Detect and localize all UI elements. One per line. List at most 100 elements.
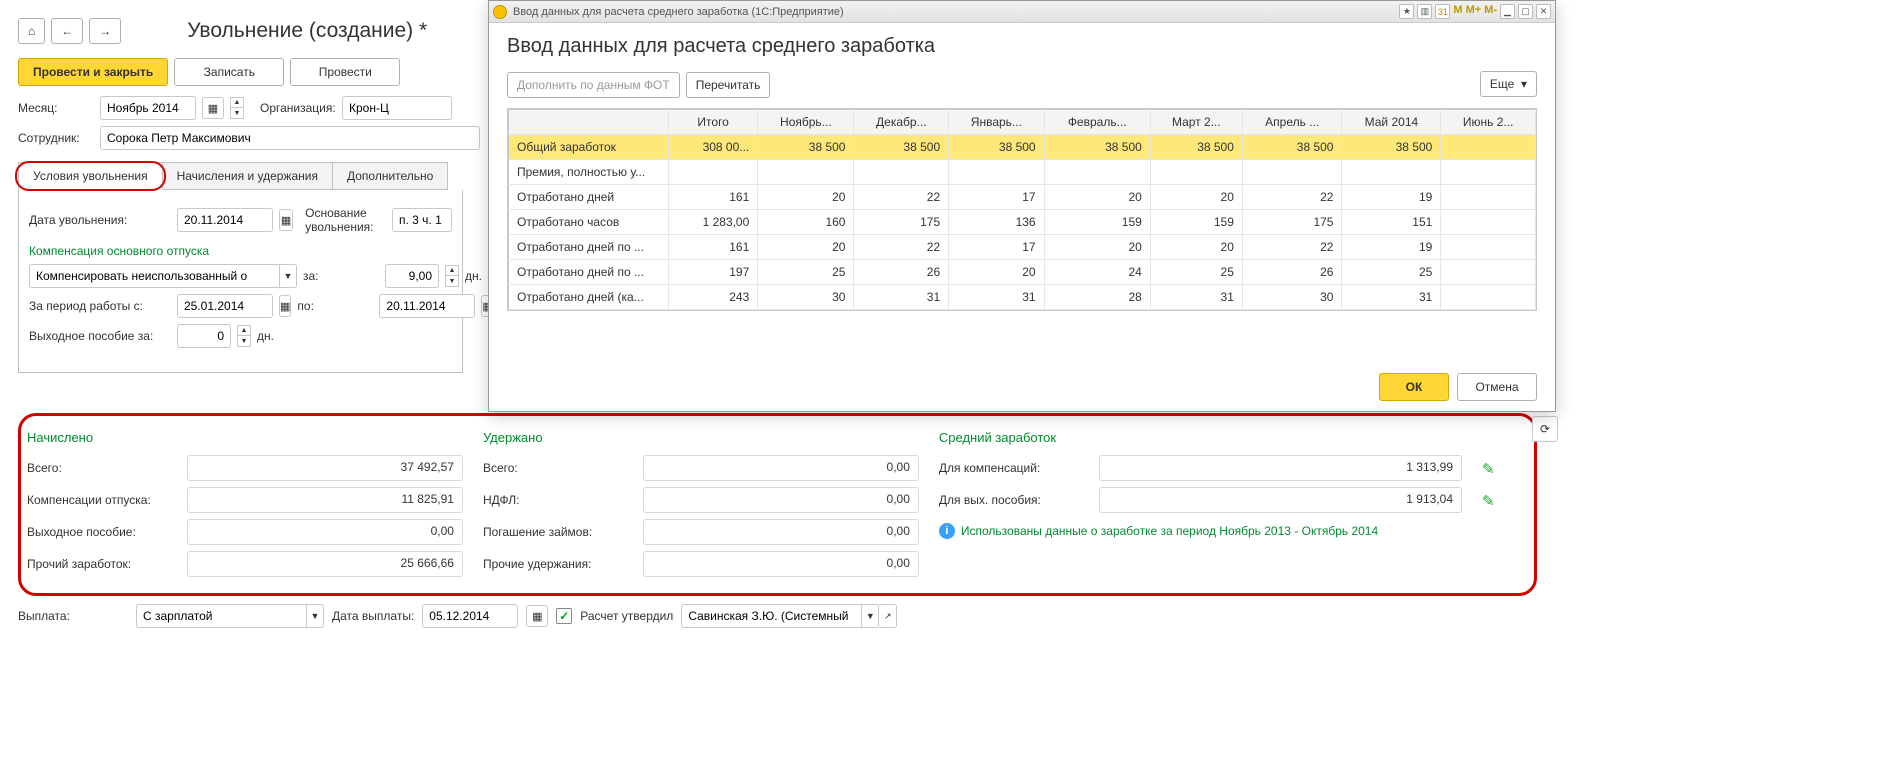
fill-by-fot-button[interactable]: Дополнить по данным ФОТ (507, 72, 680, 98)
table-header[interactable]: Май 2014 (1342, 110, 1441, 135)
cell[interactable]: 25 (1150, 260, 1242, 285)
approved-by-open-icon[interactable]: ↗ (879, 604, 897, 628)
cell[interactable]: 31 (854, 285, 949, 310)
table-header[interactable] (509, 110, 669, 135)
cell[interactable]: 17 (949, 185, 1044, 210)
cell[interactable] (1342, 160, 1441, 185)
back-button[interactable]: ← (51, 18, 83, 44)
dismiss-date-picker-icon[interactable]: ▦ (279, 209, 293, 231)
cell[interactable]: 151 (1342, 210, 1441, 235)
pay-mode-input[interactable] (136, 604, 306, 628)
cell[interactable]: 159 (1150, 210, 1242, 235)
cell[interactable]: 31 (1342, 285, 1441, 310)
cell[interactable] (1441, 285, 1536, 310)
cell[interactable]: 38 500 (1150, 135, 1242, 160)
month-input[interactable] (100, 96, 196, 120)
cell[interactable]: 26 (854, 260, 949, 285)
edit-comp-avg-icon[interactable]: ✎ (1482, 460, 1516, 478)
tb-mminus-button[interactable]: M- (1484, 4, 1497, 19)
comp-mode-input[interactable] (29, 264, 279, 288)
cell[interactable]: 197 (669, 260, 758, 285)
comp-mode-dropdown-icon[interactable]: ▼ (279, 264, 297, 288)
cell[interactable]: 20 (1150, 235, 1242, 260)
cell[interactable] (669, 160, 758, 185)
close-icon[interactable]: ✕ (1536, 4, 1551, 19)
period-from-picker-icon[interactable]: ▦ (279, 295, 291, 317)
cell[interactable]: 22 (854, 185, 949, 210)
table-header[interactable]: Март 2... (1150, 110, 1242, 135)
refresh-button[interactable]: ⟳ (1532, 416, 1558, 442)
pay-mode-dropdown-icon[interactable]: ▼ (306, 604, 324, 628)
pay-date-input[interactable] (422, 604, 518, 628)
cell[interactable] (1441, 235, 1536, 260)
dismiss-date-input[interactable] (177, 208, 273, 232)
home-button[interactable]: ⌂ (18, 18, 45, 44)
tb-m-button[interactable]: M (1453, 4, 1462, 19)
cell[interactable]: 38 500 (1044, 135, 1150, 160)
cell[interactable]: 28 (1044, 285, 1150, 310)
cell[interactable]: 1 283,00 (669, 210, 758, 235)
edit-sev-avg-icon[interactable]: ✎ (1482, 492, 1516, 510)
table-row[interactable]: Общий заработок308 00...38 50038 50038 5… (509, 135, 1536, 160)
month-picker-icon[interactable]: ▦ (202, 97, 224, 119)
table-header[interactable]: Февраль... (1044, 110, 1150, 135)
table-header[interactable]: Ноябрь... (758, 110, 854, 135)
tb-calc-icon[interactable]: ▥ (1417, 4, 1432, 19)
cell[interactable]: 38 500 (758, 135, 854, 160)
tab-additional[interactable]: Дополнительно (333, 162, 448, 190)
table-row[interactable]: Отработано дней16120221720202219 (509, 185, 1536, 210)
basis-input[interactable] (392, 208, 452, 232)
cell[interactable] (1441, 260, 1536, 285)
cell[interactable]: 30 (1242, 285, 1342, 310)
post-and-close-button[interactable]: Провести и закрыть (18, 58, 168, 86)
period-to-input[interactable] (379, 294, 475, 318)
cell[interactable]: 24 (1044, 260, 1150, 285)
cell[interactable]: 20 (758, 235, 854, 260)
cell[interactable] (854, 160, 949, 185)
approved-by-dropdown-icon[interactable]: ▼ (861, 604, 879, 628)
cell[interactable]: 159 (1044, 210, 1150, 235)
cell[interactable]: 38 500 (1342, 135, 1441, 160)
cell[interactable]: 161 (669, 235, 758, 260)
table-row[interactable]: Отработано дней (ка...24330313128313031 (509, 285, 1536, 310)
recount-button[interactable]: Перечитать (686, 72, 771, 98)
cell[interactable]: 22 (1242, 235, 1342, 260)
cell[interactable]: 38 500 (854, 135, 949, 160)
cell[interactable]: 20 (1150, 185, 1242, 210)
tb-mplus-button[interactable]: M+ (1466, 4, 1482, 19)
cell[interactable]: 30 (758, 285, 854, 310)
cell[interactable]: 22 (1242, 185, 1342, 210)
tb-calendar-icon[interactable]: 31 (1435, 4, 1450, 19)
forward-button[interactable]: → (89, 18, 121, 44)
cell[interactable]: 19 (1342, 185, 1441, 210)
org-input[interactable] (342, 96, 452, 120)
table-row[interactable]: Премия, полностью у... (509, 160, 1536, 185)
pay-date-picker-icon[interactable]: ▦ (526, 605, 548, 627)
cell[interactable] (1441, 160, 1536, 185)
table-header[interactable]: Январь... (949, 110, 1044, 135)
approved-by-input[interactable] (681, 604, 861, 628)
cell[interactable]: 20 (1044, 185, 1150, 210)
cell[interactable]: 31 (1150, 285, 1242, 310)
cell[interactable] (1150, 160, 1242, 185)
cell[interactable]: 17 (949, 235, 1044, 260)
for-days-input[interactable] (385, 264, 439, 288)
severance-days-spinner[interactable]: ▲▼ (237, 325, 251, 347)
maximize-icon[interactable]: ▢ (1518, 4, 1533, 19)
cell[interactable] (1044, 160, 1150, 185)
cell[interactable]: 38 500 (1242, 135, 1342, 160)
cell[interactable]: 20 (1044, 235, 1150, 260)
table-row[interactable]: Отработано дней по ...16120221720202219 (509, 235, 1536, 260)
table-row[interactable]: Отработано дней по ...19725262024252625 (509, 260, 1536, 285)
cell[interactable] (949, 160, 1044, 185)
cell[interactable]: 20 (758, 185, 854, 210)
cell[interactable]: 22 (854, 235, 949, 260)
cell[interactable]: 136 (949, 210, 1044, 235)
cell[interactable] (1441, 135, 1536, 160)
cell[interactable]: 31 (949, 285, 1044, 310)
cancel-button[interactable]: Отмена (1457, 373, 1537, 401)
cell[interactable] (1441, 210, 1536, 235)
table-header[interactable]: Итого (669, 110, 758, 135)
cell[interactable] (758, 160, 854, 185)
cell[interactable]: 19 (1342, 235, 1441, 260)
